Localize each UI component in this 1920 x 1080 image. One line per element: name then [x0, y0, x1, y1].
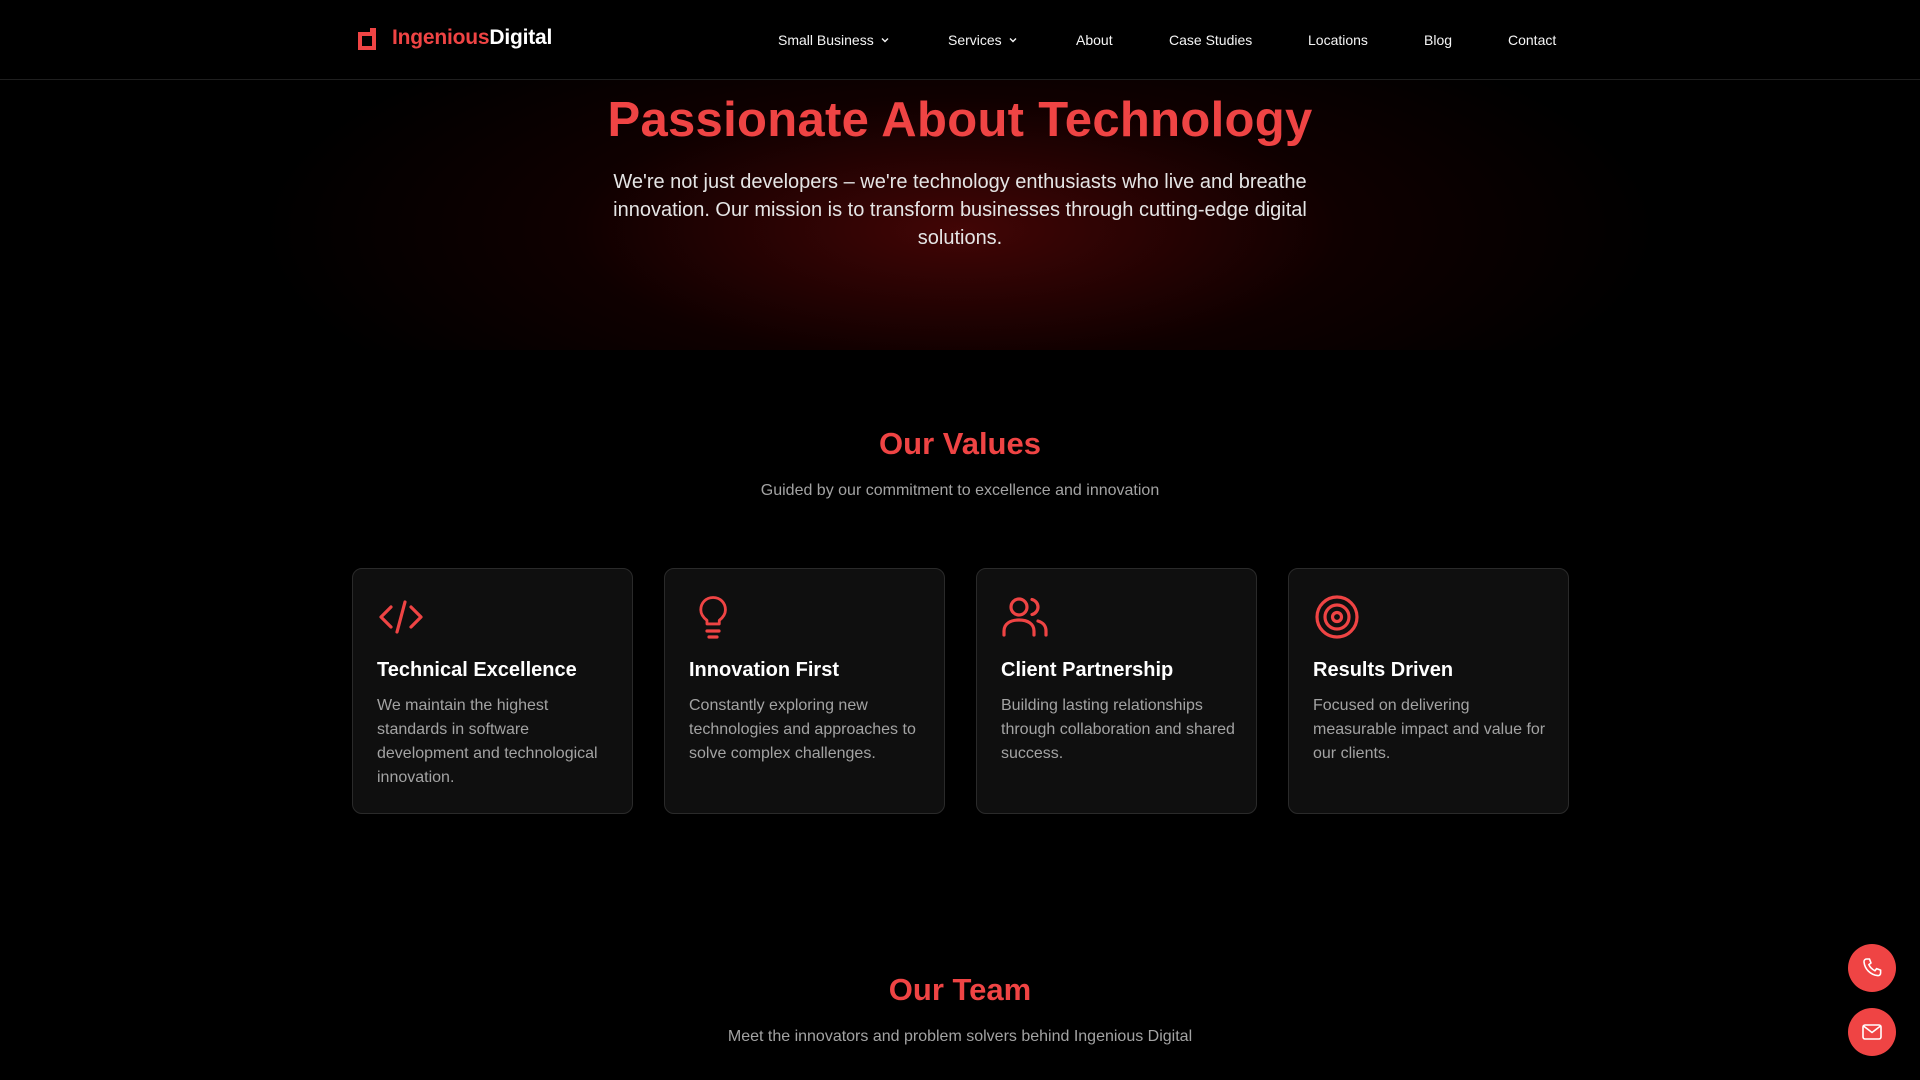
nav-small-business[interactable]: Small Business — [778, 32, 890, 48]
chevron-down-icon — [1009, 38, 1017, 43]
nav-label: Case Studies — [1169, 32, 1253, 48]
card-description: Focused on delivering measurable impact … — [1313, 697, 1546, 762]
site-header: IngeniousDigital Small Business Services… — [0, 0, 1920, 80]
value-card-results-driven: Results Driven Focused on delivering mea… — [1288, 568, 1569, 814]
card-title: Innovation First — [689, 659, 839, 681]
hero-subtitle: We're not just developers – we're techno… — [613, 171, 1307, 249]
users-icon — [1002, 597, 1048, 637]
card-title: Client Partnership — [1001, 659, 1174, 681]
card-title: Technical Excellence — [377, 659, 577, 681]
value-card-client-partnership: Client Partnership Building lasting rela… — [976, 568, 1257, 814]
nav-contact[interactable]: Contact — [1508, 32, 1556, 48]
main-nav: Small Business Services About Case Studi… — [0, 32, 1920, 52]
nav-label: About — [1076, 32, 1113, 48]
team-title: Our Team — [888, 972, 1032, 1007]
nav-label: Blog — [1424, 32, 1453, 48]
nav-case-studies[interactable]: Case Studies — [1169, 32, 1252, 48]
target-icon — [1315, 595, 1359, 639]
nav-label: Locations — [1308, 32, 1368, 48]
nav-label: Services — [948, 32, 1002, 48]
value-card-technical-excellence: Technical Excellence We maintain the hig… — [352, 568, 633, 814]
card-description: Constantly exploring new technologies an… — [689, 697, 916, 762]
mail-icon — [1862, 1024, 1882, 1040]
team-subtitle: Meet the innovators and problem solvers … — [727, 1028, 1193, 1045]
phone-icon — [1863, 958, 1882, 977]
nav-label: Small Business — [778, 32, 874, 48]
nav-blog[interactable]: Blog — [1424, 32, 1452, 48]
values-title: Our Values — [879, 426, 1041, 461]
code-icon — [379, 600, 423, 634]
email-button[interactable] — [1848, 1008, 1896, 1056]
nav-locations[interactable]: Locations — [1308, 32, 1368, 48]
card-title: Results Driven — [1313, 659, 1454, 681]
card-description: We maintain the highest standards in sof… — [377, 697, 598, 786]
values-subtitle: Guided by our commitment to excellence a… — [760, 482, 1160, 499]
value-card-innovation-first: Innovation First Constantly exploring ne… — [664, 568, 945, 814]
nav-services[interactable]: Services — [948, 32, 1018, 48]
call-button[interactable] — [1848, 944, 1896, 992]
card-description: Building lasting relationships through c… — [1001, 697, 1235, 762]
nav-about[interactable]: About — [1076, 32, 1113, 48]
hero-title: Passionate About Technology — [607, 93, 1313, 147]
lightbulb-icon — [699, 596, 727, 639]
chevron-down-icon — [881, 38, 889, 43]
nav-label: Contact — [1508, 32, 1557, 48]
